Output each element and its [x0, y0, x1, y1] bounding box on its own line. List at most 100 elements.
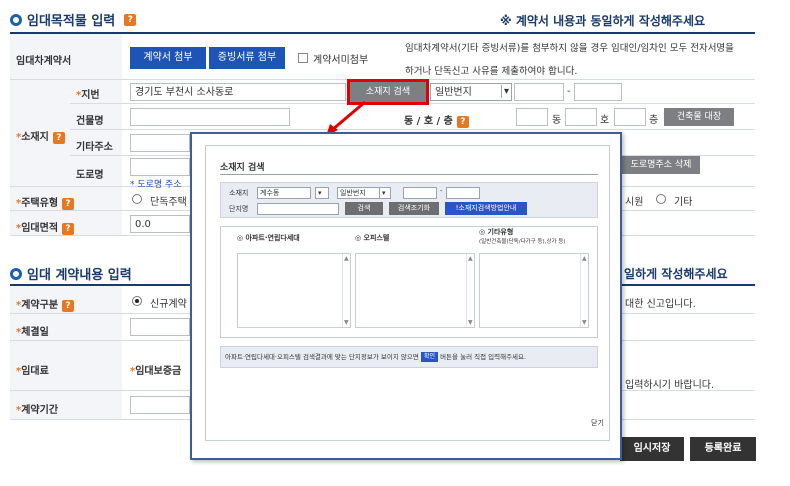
col-officetel-header: ◎ 오피스텔: [355, 234, 390, 242]
scrollbar[interactable]: ▲ ▼: [466, 254, 474, 327]
road-input[interactable]: [130, 158, 190, 176]
region-label: 소재지: [229, 189, 249, 197]
section2-notice-partial: 일하게 작성해주세요: [624, 267, 728, 281]
housing-option-etc: 기타: [674, 197, 693, 208]
region-select[interactable]: 계수동: [257, 187, 311, 199]
radio-icon[interactable]: ◎: [237, 234, 243, 242]
section-bullet-icon: [10, 13, 22, 26]
help-icon[interactable]: ?: [456, 116, 469, 128]
col-etc-subtitle: (일반건축물(단독/다가구 등),상가 등): [479, 239, 566, 245]
scroll-up-icon[interactable]: ▲: [582, 255, 587, 262]
popup-search-button[interactable]: 검색: [345, 202, 383, 215]
lot-dropdown-icon[interactable]: ▾: [379, 187, 391, 199]
extra-address-label: 기타주소: [76, 142, 113, 153]
popup-guide-button[interactable]: !소재지검색방법안내: [445, 202, 527, 215]
list-officetel[interactable]: ▲ ▼: [355, 253, 475, 328]
rent-label: *임대료: [16, 366, 49, 377]
scroll-up-icon[interactable]: ▲: [344, 255, 349, 262]
contract-doc-label: 임대차계약서: [16, 56, 72, 67]
info-confirm-button[interactable]: 확인: [420, 352, 438, 362]
section-notice: ※ 계약서 내용과 동일하게 작성해주세요: [500, 14, 706, 28]
col-etc-header: ◎ 기타유형: [479, 228, 514, 236]
road-label: 도로명: [76, 170, 104, 181]
lot-main-input[interactable]: [514, 83, 564, 101]
no-attach-label: 계약서미첨부: [313, 55, 369, 66]
attach-contract-button[interactable]: 계약서 첨부: [130, 47, 206, 69]
conclude-date-label: *체결일: [16, 327, 49, 338]
complex-input[interactable]: [257, 203, 339, 215]
scroll-down-icon[interactable]: ▼: [344, 319, 349, 326]
ho-suffix: 호: [600, 115, 610, 126]
popup-lot-dash: -: [440, 187, 443, 195]
dong-suffix: 동: [552, 115, 562, 126]
housing-option-detached: 단독주택: [150, 197, 187, 208]
floor-suffix: 층: [649, 115, 659, 126]
attach-proof-button[interactable]: 증빙서류 첨부: [209, 47, 285, 69]
location-label: *소재지?: [16, 128, 65, 144]
complex-label: 단지명: [229, 205, 249, 213]
scrollbar[interactable]: ▲ ▼: [342, 254, 350, 327]
scrollbar[interactable]: ▲ ▼: [580, 254, 588, 327]
section-title-contract: 임대 계약내용 입력: [10, 264, 132, 283]
scroll-up-icon[interactable]: ▲: [468, 255, 473, 262]
housing-option-partial: 시원: [625, 197, 644, 208]
area-input[interactable]: 0.0: [130, 215, 190, 233]
contract-kind-note-partial: 대한 신고입니다.: [625, 299, 696, 310]
help-icon[interactable]: ?: [124, 13, 137, 26]
popup-divider: [220, 174, 598, 175]
conclude-date-input[interactable]: [130, 318, 190, 336]
popup-lot-main-input[interactable]: [403, 187, 437, 199]
period-label: *계약기간: [16, 405, 59, 416]
rent-note-partial: 입력하시기 바랍니다.: [625, 380, 715, 391]
dong-input[interactable]: [516, 108, 548, 126]
popup-inner: 소재지 검색 소재지 계수동 ▾ 일반번지 ▾ - 단지명 검색 검색조기화 !…: [205, 145, 610, 441]
radio-icon[interactable]: ◎: [355, 234, 361, 242]
popup-reset-button[interactable]: 검색조기화: [389, 202, 439, 215]
help-icon[interactable]: ?: [52, 132, 65, 144]
area-label: *임대면적?: [16, 219, 75, 235]
contract-kind-radio-new[interactable]: [132, 296, 142, 306]
radio-icon[interactable]: ◎: [479, 228, 485, 236]
no-attach-checkbox[interactable]: [298, 53, 308, 63]
extra-address-input[interactable]: [130, 134, 190, 152]
help-icon[interactable]: ?: [62, 198, 75, 210]
list-etc[interactable]: ▲ ▼: [479, 253, 589, 328]
section-bullet-icon: [10, 267, 22, 280]
period-start-input[interactable]: [130, 396, 190, 414]
scroll-down-icon[interactable]: ▼: [582, 319, 587, 326]
popup-results-box: ◎ 아파트·연립다세대 ◎ 오피스텔 ◎ 기타유형 (일반건축물(단독/다가구 …: [220, 226, 598, 338]
lot-type-select[interactable]: 일반번지: [430, 83, 512, 101]
ho-input[interactable]: [565, 108, 597, 126]
dong-ho-label: 동 / 호 / 층?: [404, 112, 469, 128]
scroll-down-icon[interactable]: ▼: [468, 319, 473, 326]
jibun-input[interactable]: 경기도 부천시 소사동로: [130, 83, 346, 101]
contract-kind-label: *계약구분?: [16, 296, 75, 312]
popup-info-bar: 아파트·연립다세대·오피스텔 검색결과에 맞는 단지정보가 보이지 않으면 확인…: [220, 346, 598, 368]
housing-radio-detached[interactable]: [132, 194, 142, 204]
lot-sub-input[interactable]: [574, 83, 622, 101]
register-button[interactable]: 등록완료: [690, 437, 756, 461]
location-search-popup: 소재지 검색 소재지 계수동 ▾ 일반번지 ▾ - 단지명 검색 검색조기화 !…: [190, 132, 622, 460]
contract-note-line1: 임대차계약서(기타 증빙서류)를 첨부하지 않을 경우 임대인/임차인 모두 전…: [405, 43, 734, 54]
region-dropdown-icon[interactable]: ▾: [315, 187, 329, 199]
popup-close-link[interactable]: 닫기: [591, 418, 604, 428]
section-title-rental-object: 임대목적물 입력 ?: [10, 10, 137, 29]
location-search-button[interactable]: 소재지 검색: [347, 79, 429, 105]
popup-title: 소재지 검색: [220, 163, 265, 173]
floor-input[interactable]: [614, 108, 646, 126]
lot-dash: -: [567, 86, 571, 97]
col-apartment-header: ◎ 아파트·연립다세대: [237, 234, 300, 242]
popup-lot-sub-input[interactable]: [446, 187, 480, 199]
list-apartment[interactable]: ▲ ▼: [237, 253, 351, 328]
contract-kind-option-new: 신규계약: [150, 299, 187, 310]
building-input[interactable]: [130, 108, 290, 126]
contract-note-line2: 하거나 단독신고 사유를 제출하여야 합니다.: [405, 66, 578, 77]
deposit-label: *임대보증금: [130, 366, 182, 377]
help-icon[interactable]: ?: [62, 223, 75, 235]
building-ledger-button[interactable]: 건축물 대장: [664, 108, 734, 126]
housing-radio-etc[interactable]: [656, 194, 666, 204]
temp-save-button[interactable]: 임시저장: [620, 437, 684, 461]
road-delete-button[interactable]: 도로명주소 삭제: [622, 156, 700, 174]
help-icon[interactable]: ?: [62, 300, 75, 312]
popup-search-area: 소재지 계수동 ▾ 일반번지 ▾ - 단지명 검색 검색조기화 !소재지검색방법…: [220, 182, 598, 218]
